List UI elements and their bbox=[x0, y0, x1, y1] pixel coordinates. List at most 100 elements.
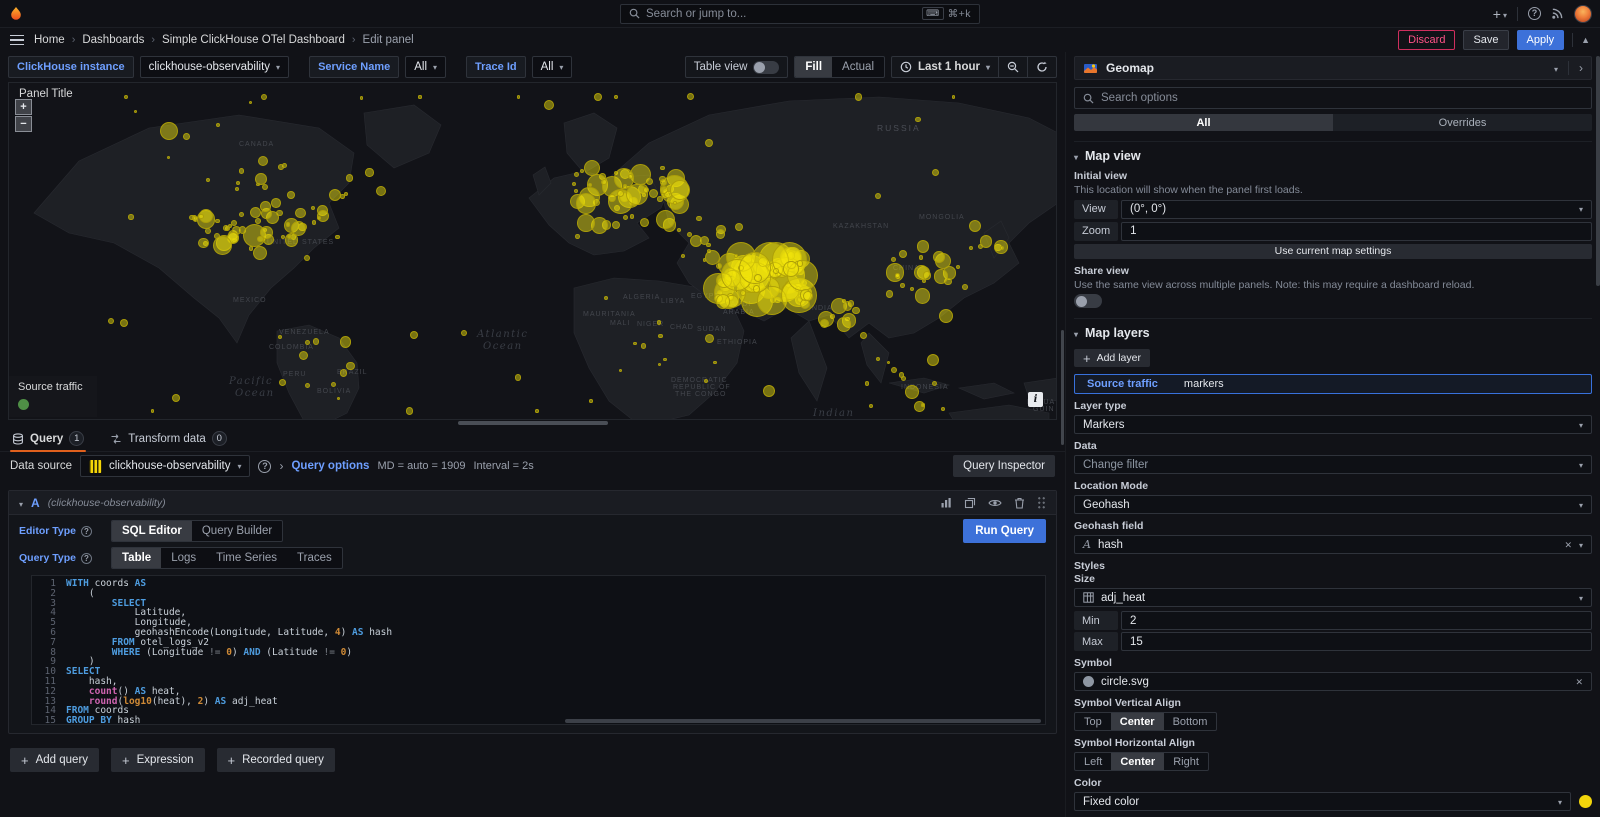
map-zoom-in-button[interactable]: + bbox=[15, 99, 32, 115]
code-line-1[interactable]: 1WITH coords AS bbox=[32, 579, 1045, 589]
color-select[interactable]: Fixed color bbox=[1074, 792, 1571, 811]
code-scrollbar[interactable] bbox=[565, 719, 1041, 723]
layer-item-source-traffic[interactable]: Source traffic markers bbox=[1074, 374, 1592, 394]
code-line-9[interactable]: 9 ) bbox=[32, 657, 1045, 667]
fill-option[interactable]: Fill bbox=[795, 57, 832, 77]
query-type-traces[interactable]: Traces bbox=[287, 548, 342, 568]
collapse-pane-icon[interactable] bbox=[1579, 61, 1583, 75]
apply-button[interactable]: Apply bbox=[1517, 30, 1565, 50]
drag-handle-icon[interactable] bbox=[1037, 496, 1046, 509]
options-tab-all[interactable]: All bbox=[1074, 114, 1333, 131]
expression-button[interactable]: +Expression bbox=[111, 748, 204, 772]
location-mode-select[interactable]: Geohash bbox=[1074, 495, 1592, 514]
add-menu-button[interactable]: + bbox=[1493, 6, 1507, 22]
collapse-query-icon[interactable] bbox=[19, 496, 23, 510]
add-layer-button[interactable]: +Add layer bbox=[1074, 349, 1150, 367]
help-icon[interactable]: ? bbox=[81, 553, 92, 564]
valign-top[interactable]: Top bbox=[1075, 713, 1111, 730]
recorded-query-label: Recorded query bbox=[242, 754, 324, 766]
recorded-query-button[interactable]: +Recorded query bbox=[217, 748, 335, 772]
options-tab-overrides[interactable]: Overrides bbox=[1333, 114, 1592, 131]
visualization-picker[interactable]: Geomap bbox=[1074, 56, 1592, 80]
run-query-button[interactable]: Run Query bbox=[963, 519, 1046, 543]
tab-query[interactable]: Query 1 bbox=[10, 428, 86, 452]
query-type-time-series[interactable]: Time Series bbox=[206, 548, 287, 568]
actual-option[interactable]: Actual bbox=[832, 57, 884, 77]
query-type-table[interactable]: Table bbox=[112, 548, 161, 568]
size-field-select[interactable]: adj_heat bbox=[1074, 588, 1592, 607]
help-icon[interactable]: ? bbox=[81, 526, 92, 537]
query-type-logs[interactable]: Logs bbox=[161, 548, 206, 568]
variable-select-service-name[interactable]: All bbox=[405, 56, 446, 78]
data-select[interactable]: Change filter bbox=[1074, 455, 1592, 474]
options-search-input[interactable]: Search options bbox=[1074, 87, 1592, 109]
code-line-13[interactable]: 13 round(log10(heat), 2) AS adj_heat bbox=[32, 697, 1045, 707]
chart-icon[interactable] bbox=[940, 497, 952, 509]
share-view-toggle[interactable] bbox=[1074, 294, 1102, 308]
duplicate-icon[interactable] bbox=[964, 497, 976, 509]
view-select[interactable]: (0°, 0°) bbox=[1121, 200, 1592, 219]
menu-toggle-icon[interactable] bbox=[10, 35, 24, 46]
editor-type-query-builder[interactable]: Query Builder bbox=[192, 521, 282, 541]
min-input[interactable]: 2 bbox=[1121, 611, 1592, 630]
help-icon[interactable]: ? bbox=[1528, 7, 1541, 20]
valign-bottom[interactable]: Bottom bbox=[1164, 713, 1217, 730]
breadcrumb-item-edit-panel[interactable]: Edit panel bbox=[363, 34, 414, 46]
halign-center[interactable]: Center bbox=[1111, 753, 1164, 770]
code-line-2[interactable]: 2 ( bbox=[32, 589, 1045, 599]
use-current-map-settings-button[interactable]: Use current map settings bbox=[1074, 244, 1592, 259]
symbol-select[interactable]: circle.svg bbox=[1074, 672, 1592, 691]
breadcrumb-item-simple-clickhouse-otel-dashboard[interactable]: Simple ClickHouse OTel Dashboard bbox=[162, 34, 345, 46]
save-button[interactable]: Save bbox=[1463, 30, 1508, 50]
query-editor-header[interactable]: A (clickhouse-observability) bbox=[9, 491, 1056, 515]
datasource-picker[interactable]: clickhouse-observability bbox=[80, 455, 250, 477]
code-line-8[interactable]: 8 WHERE (Longitude != 0) AND (Latitude !… bbox=[32, 648, 1045, 658]
max-input[interactable]: 15 bbox=[1121, 632, 1592, 651]
clear-icon[interactable] bbox=[1575, 676, 1583, 688]
chevron-down-icon[interactable] bbox=[1554, 61, 1558, 75]
geohash-field-select[interactable]: Ahash bbox=[1074, 535, 1592, 554]
sql-code-editor[interactable]: 1WITH coords AS2 (3 SELECT4 Latitude,5 L… bbox=[31, 575, 1046, 725]
zoom-out-time-button[interactable] bbox=[999, 57, 1028, 77]
collapse-panel-icon[interactable]: ▲ bbox=[1581, 35, 1590, 45]
tab-transform-data[interactable]: Transform data 0 bbox=[108, 428, 229, 452]
search-input[interactable]: Search or jump to... ⌨⌘+k bbox=[620, 4, 980, 24]
valign-center[interactable]: Center bbox=[1111, 713, 1164, 730]
halign-left[interactable]: Left bbox=[1075, 753, 1111, 770]
code-line-10[interactable]: 10SELECT bbox=[32, 667, 1045, 677]
discard-button[interactable]: Discard bbox=[1398, 30, 1455, 50]
map-attribution-button[interactable]: i bbox=[1028, 392, 1043, 407]
layer-type-select[interactable]: Markers bbox=[1074, 415, 1592, 434]
variable-select-trace-id[interactable]: All bbox=[532, 56, 573, 78]
grafana-logo-icon[interactable] bbox=[8, 6, 24, 22]
table-view-toggle[interactable]: Table view bbox=[685, 56, 789, 78]
color-swatch[interactable] bbox=[1579, 795, 1592, 808]
eye-icon[interactable] bbox=[988, 497, 1002, 509]
map-layers-section-header[interactable]: Map layers bbox=[1074, 325, 1592, 341]
options-scrollbar[interactable] bbox=[1596, 56, 1600, 286]
left-scrollbar[interactable] bbox=[1061, 330, 1064, 445]
breadcrumb-item-home[interactable]: Home bbox=[34, 34, 65, 46]
map-view-section-header[interactable]: Map view bbox=[1074, 148, 1592, 164]
code-line-11[interactable]: 11 hash, bbox=[32, 677, 1045, 687]
query-inspector-button[interactable]: Query Inspector bbox=[953, 455, 1055, 477]
map-label: LIBYA bbox=[661, 298, 685, 305]
map-data-point bbox=[705, 250, 720, 265]
halign-right[interactable]: Right bbox=[1164, 753, 1208, 770]
variable-select-clickhouse-instance[interactable]: clickhouse-observability bbox=[140, 56, 289, 78]
add-query-button[interactable]: +Add query bbox=[10, 748, 99, 772]
editor-type-sql-editor[interactable]: SQL Editor bbox=[112, 521, 192, 541]
map-zoom-out-button[interactable]: − bbox=[15, 116, 32, 132]
trash-icon[interactable] bbox=[1014, 497, 1025, 509]
breadcrumb-item-dashboards[interactable]: Dashboards bbox=[82, 34, 144, 46]
zoom-input[interactable]: 1 bbox=[1121, 222, 1592, 241]
query-options-toggle[interactable]: Query options bbox=[291, 460, 369, 472]
user-avatar[interactable] bbox=[1574, 5, 1592, 23]
datasource-help-icon[interactable]: ? bbox=[258, 460, 271, 473]
news-rss-icon[interactable] bbox=[1551, 7, 1564, 20]
geomap-panel[interactable]: RUSSIACANADAUNITED STATESMEXICOKAZAKHSTA… bbox=[8, 82, 1057, 420]
time-range-picker[interactable]: Last 1 hour bbox=[892, 57, 999, 77]
clear-icon[interactable] bbox=[1564, 539, 1572, 551]
refresh-button[interactable] bbox=[1028, 57, 1056, 77]
code-line-14[interactable]: 14FROM coords bbox=[32, 706, 1045, 716]
